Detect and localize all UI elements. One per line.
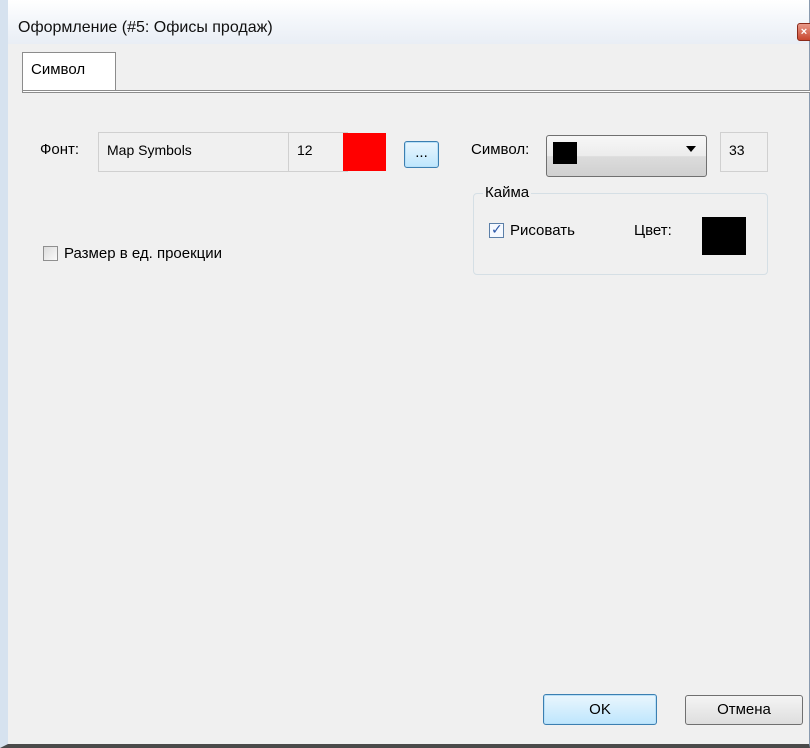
border-color-label: Цвет: [634, 222, 672, 239]
symbol-dropdown[interactable] [546, 135, 707, 177]
projection-units-checkbox[interactable] [43, 246, 58, 261]
tab-symbol[interactable]: Символ [22, 52, 116, 90]
font-size-value: 12 [297, 142, 313, 158]
tab-symbol-label: Символ [31, 61, 86, 78]
border-color-swatch[interactable] [702, 217, 746, 255]
tab-strip: Символ [22, 52, 810, 92]
font-size-field[interactable]: 12 [288, 132, 348, 172]
cancel-button[interactable]: Отмена [685, 695, 803, 725]
symbol-code-field[interactable]: 33 [720, 132, 768, 172]
font-browse-button[interactable]: ... [404, 141, 439, 168]
close-icon[interactable]: × [797, 23, 810, 41]
font-browse-label: ... [415, 144, 428, 161]
symbol-code-value: 33 [729, 142, 745, 158]
ok-button-label: OK [589, 701, 611, 718]
symbol-preview [553, 142, 577, 164]
projection-units-label: Размер в ед. проекции [64, 245, 223, 262]
ok-button[interactable]: OK [543, 694, 657, 725]
tab-panel [22, 90, 810, 93]
title-bar: Оформление (#5: Офисы продаж) × [8, 0, 810, 44]
font-label: Фонт: [40, 141, 80, 158]
draw-border-checkbox[interactable]: ✓ [489, 221, 504, 238]
checkmark-icon: ✓ [491, 221, 503, 237]
font-color-swatch[interactable] [343, 133, 386, 171]
symbol-label: Символ: [471, 141, 530, 158]
chevron-down-icon [686, 146, 696, 152]
font-name-value: Map Symbols [107, 142, 192, 158]
cancel-button-label: Отмена [717, 701, 771, 718]
draw-border-label: Рисовать [510, 222, 575, 239]
border-group-title: Кайма [483, 184, 532, 201]
font-name-field[interactable]: Map Symbols [98, 132, 290, 172]
dialog-window: Оформление (#5: Офисы продаж) × Символ Ф… [0, 0, 810, 748]
window-title: Оформление (#5: Офисы продаж) [18, 19, 273, 36]
